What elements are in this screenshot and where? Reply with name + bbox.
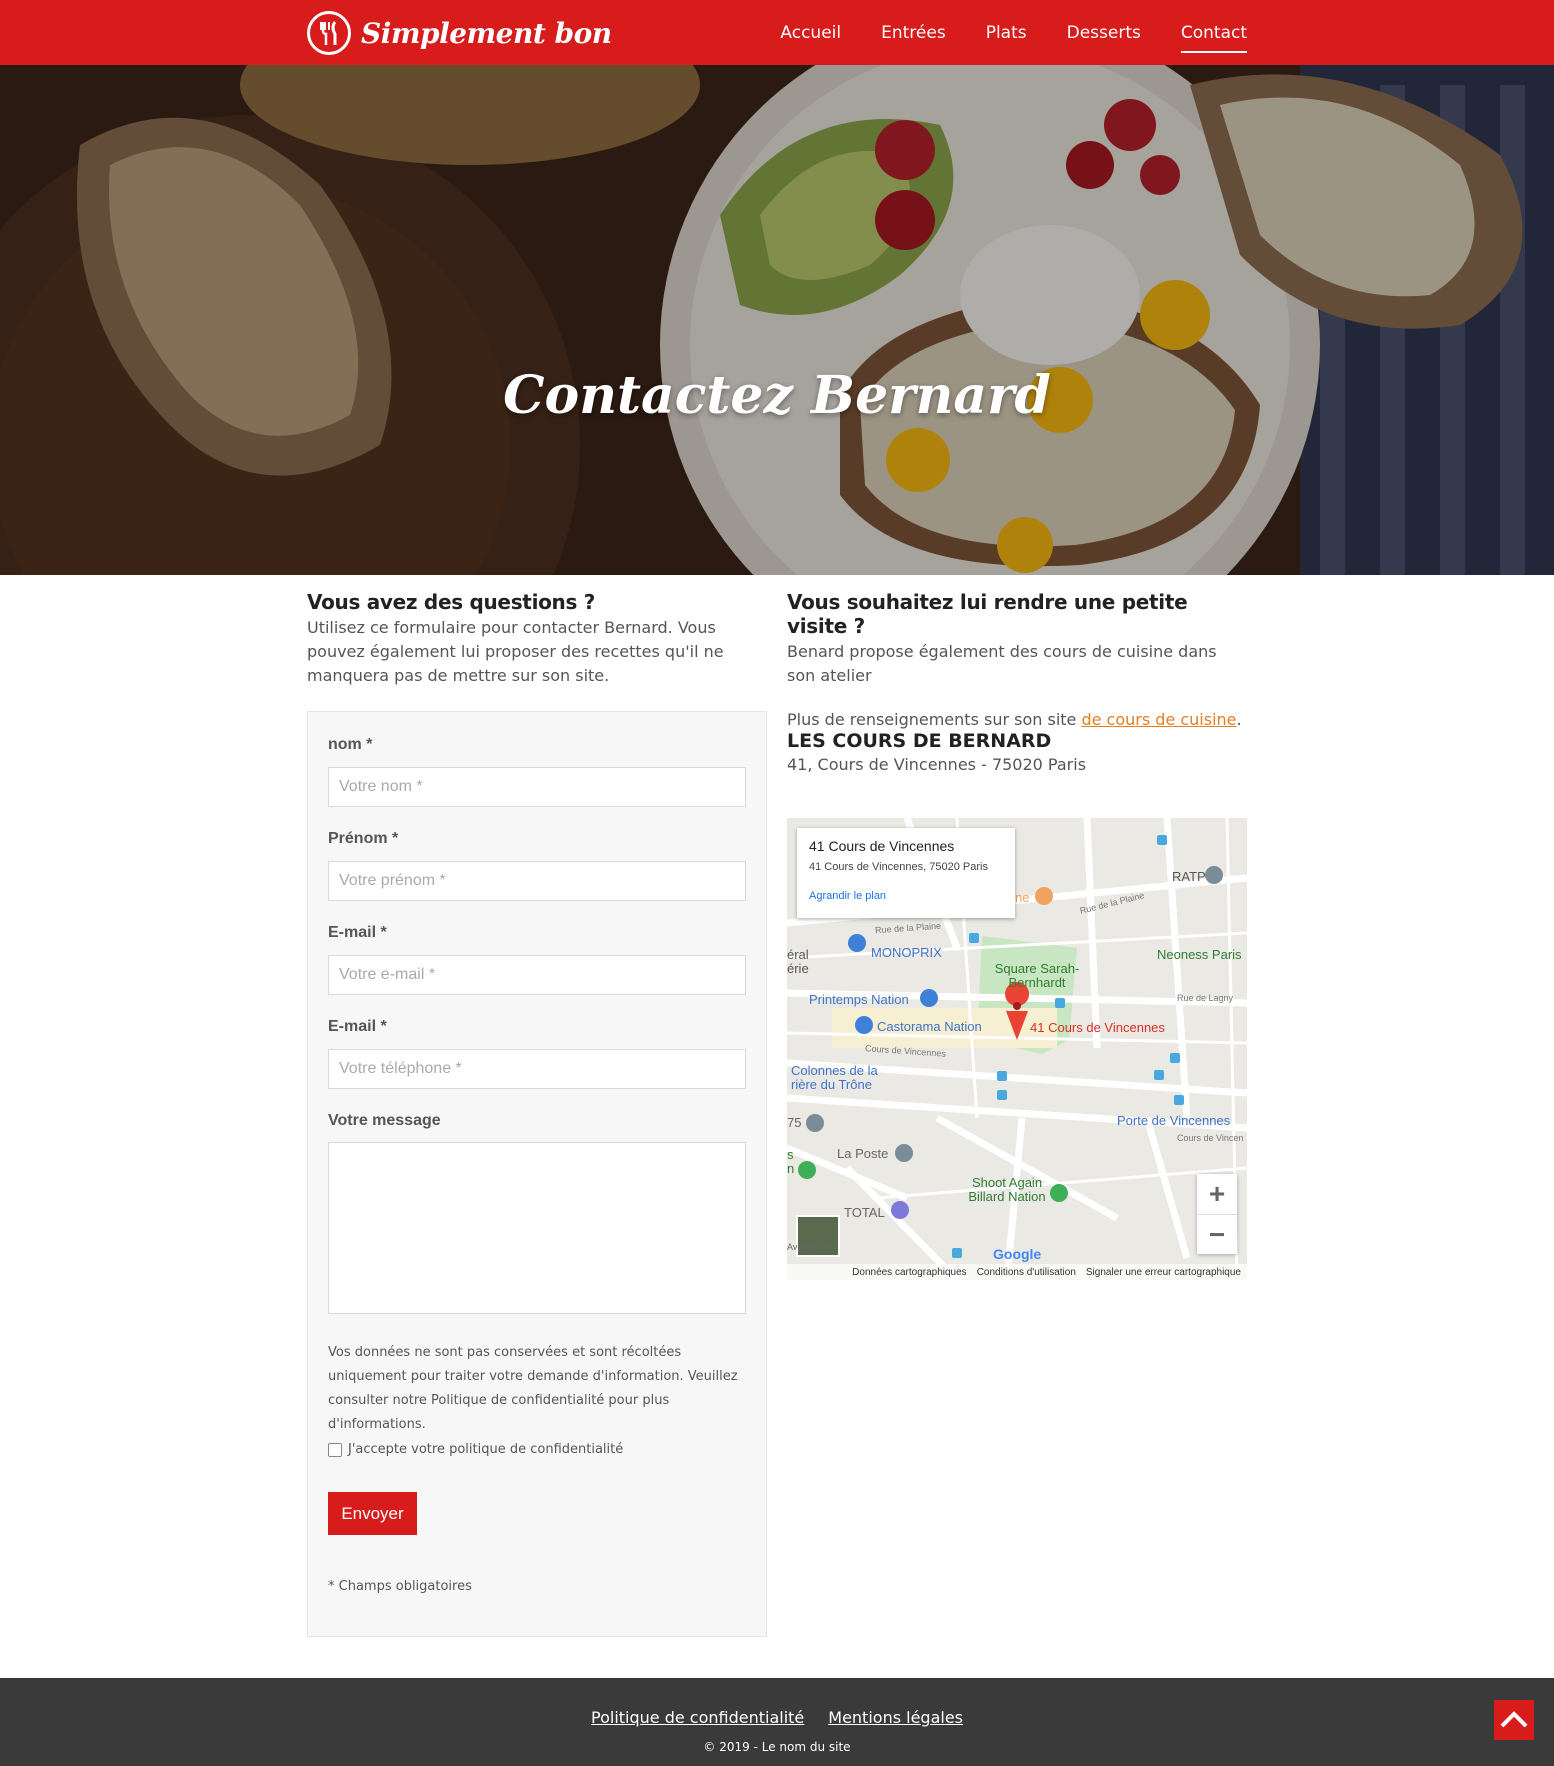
- hero-food-image: [0, 65, 1554, 575]
- map-label-shoot: Shoot Again Billard Nation: [968, 1175, 1046, 1204]
- map-zoom-control: + −: [1197, 1174, 1237, 1254]
- map-report-link[interactable]: Signaler une erreur cartographique: [1086, 1267, 1241, 1278]
- info-address: 41 Cours de Vincennes, 75020 Paris: [809, 861, 988, 873]
- map-data-link[interactable]: Données cartographiques: [852, 1267, 967, 1278]
- map-label-printemps: Printemps Nation: [809, 992, 909, 1007]
- map-info-window: 41 Cours de Vincennes 41 Cours de Vincen…: [797, 828, 1015, 918]
- map-label-monoprix: MONOPRIX: [871, 945, 942, 960]
- zoom-out-button[interactable]: −: [1197, 1214, 1237, 1254]
- privacy-notice: Vos données ne sont pas conservées et so…: [328, 1345, 738, 1432]
- map-terms-link[interactable]: Conditions d'utilisation: [977, 1267, 1076, 1278]
- map-label-porte: Porte de Vincennes: [1117, 1113, 1231, 1128]
- back-to-top-button[interactable]: [1494, 1700, 1534, 1740]
- map-label-75: 75: [787, 1115, 802, 1130]
- view-larger-map-link[interactable]: Agrandir le plan: [809, 890, 886, 902]
- nav-accueil[interactable]: Accueil: [780, 17, 841, 49]
- chevron-up-icon: [1500, 1711, 1528, 1728]
- nav-plats[interactable]: Plats: [986, 17, 1027, 49]
- map-label-rue-lagny: Rue de Lagny: [1177, 993, 1234, 1003]
- visit-title: Vous souhaitez lui rendre une petite vis…: [787, 590, 1188, 638]
- google-logo: Google: [993, 1246, 1042, 1262]
- visit-intro: Benard propose également des cours de cu…: [787, 642, 1217, 685]
- info-title: 41 Cours de Vincennes: [809, 838, 955, 854]
- zoom-in-button[interactable]: +: [1197, 1174, 1237, 1214]
- map-footer: Données cartographiques Conditions d'uti…: [787, 1264, 1247, 1280]
- hero-title: Contactez Bernard: [503, 365, 1051, 426]
- nom-input[interactable]: Votre nom *: [328, 767, 746, 807]
- copyright: © 2019 - Le nom du site: [703, 1740, 851, 1754]
- nav-entrees[interactable]: Entrées: [881, 17, 946, 49]
- map-label-neoness: Neoness Paris: [1157, 947, 1242, 962]
- footer-links: Politique de confidentialité Mentions lé…: [0, 1708, 1554, 1727]
- telephone-label: E-mail *: [328, 1018, 387, 1035]
- map-label-ratp: RATP: [1172, 869, 1206, 884]
- map-label-ne: ne: [1015, 890, 1030, 905]
- map-label-eral: éral érie: [787, 947, 809, 976]
- map-label-castorama: Castorama Nation: [877, 1019, 982, 1034]
- nom-label: nom *: [328, 736, 373, 753]
- map-label-avenue: Avenue de: [787, 1242, 830, 1252]
- telephone-input[interactable]: Votre téléphone *: [328, 1049, 746, 1089]
- map-label-colonnes: Colonnes de la rière du Trône: [791, 1063, 878, 1092]
- site-logo[interactable]: Simplement bon: [307, 11, 612, 55]
- logo-text: Simplement bon: [361, 16, 612, 50]
- message-textarea[interactable]: [328, 1142, 746, 1314]
- message-label: Votre message: [328, 1112, 441, 1129]
- hero-banner: Contactez Bernard: [0, 65, 1554, 575]
- email-label: E-mail *: [328, 924, 387, 941]
- map-label-total: TOTAL: [844, 1205, 885, 1220]
- email-input[interactable]: Votre e-mail *: [328, 955, 746, 995]
- visit-section: Vous souhaitez lui rendre une petite vis…: [787, 590, 1247, 732]
- nav-contact[interactable]: Contact: [1180, 17, 1248, 53]
- place-title: LES COURS DE BERNARD: [787, 730, 1052, 752]
- place-address: 41, Cours de Vincennes - 75020 Paris: [787, 755, 1087, 774]
- map-label-laposte: La Poste: [837, 1146, 889, 1161]
- consent-label: J'accepte votre politique de confidentia…: [348, 1442, 624, 1457]
- privacy-policy-link[interactable]: Politique de confidentialité: [591, 1708, 804, 1727]
- map-label-cours-vincennes-2: Cours de Vincen: [1177, 1133, 1244, 1143]
- nav-desserts[interactable]: Desserts: [1067, 17, 1141, 49]
- required-note: * Champs obligatoires: [328, 1579, 472, 1594]
- contact-form: nom * Votre nom * Prénom * Votre prénom …: [307, 711, 767, 1637]
- google-map[interactable]: MONOPRIX Printemps Nation Castorama Nati…: [787, 818, 1247, 1280]
- visit-more-suffix: .: [1236, 710, 1242, 729]
- map-label-marker: 41 Cours de Vincennes: [1030, 1020, 1165, 1035]
- prenom-input[interactable]: Votre prénom *: [328, 861, 746, 901]
- contact-intro-text: Utilisez ce formulaire pour contacter Be…: [307, 618, 724, 685]
- site-header: Simplement bon Accueil Entrées Plats Des…: [0, 0, 1554, 65]
- cooking-course-link[interactable]: de cours de cuisine: [1081, 710, 1236, 729]
- fork-knife-icon: [307, 11, 351, 55]
- contact-intro: Vous avez des questions ? Utilisez ce fo…: [307, 590, 767, 688]
- consent-checkbox[interactable]: [328, 1442, 342, 1457]
- contact-title: Vous avez des questions ?: [307, 590, 596, 614]
- visit-more-prefix: Plus de renseignements sur son site: [787, 710, 1082, 729]
- prenom-label: Prénom *: [328, 830, 399, 847]
- site-footer: Politique de confidentialité Mentions lé…: [0, 1678, 1554, 1766]
- consent-checkbox-row[interactable]: J'accepte votre politique de confidentia…: [328, 1442, 623, 1457]
- submit-button[interactable]: Envoyer: [328, 1492, 417, 1535]
- main-nav: Accueil Entrées Plats Desserts Contact: [780, 0, 1248, 65]
- map-label-square: Square Sarah-Bernhardt: [994, 961, 1080, 990]
- visit-more: Plus de renseignements sur son site de c…: [787, 708, 1247, 732]
- map-label-s-n: s n: [787, 1147, 795, 1176]
- legal-notice-link[interactable]: Mentions légales: [828, 1708, 963, 1727]
